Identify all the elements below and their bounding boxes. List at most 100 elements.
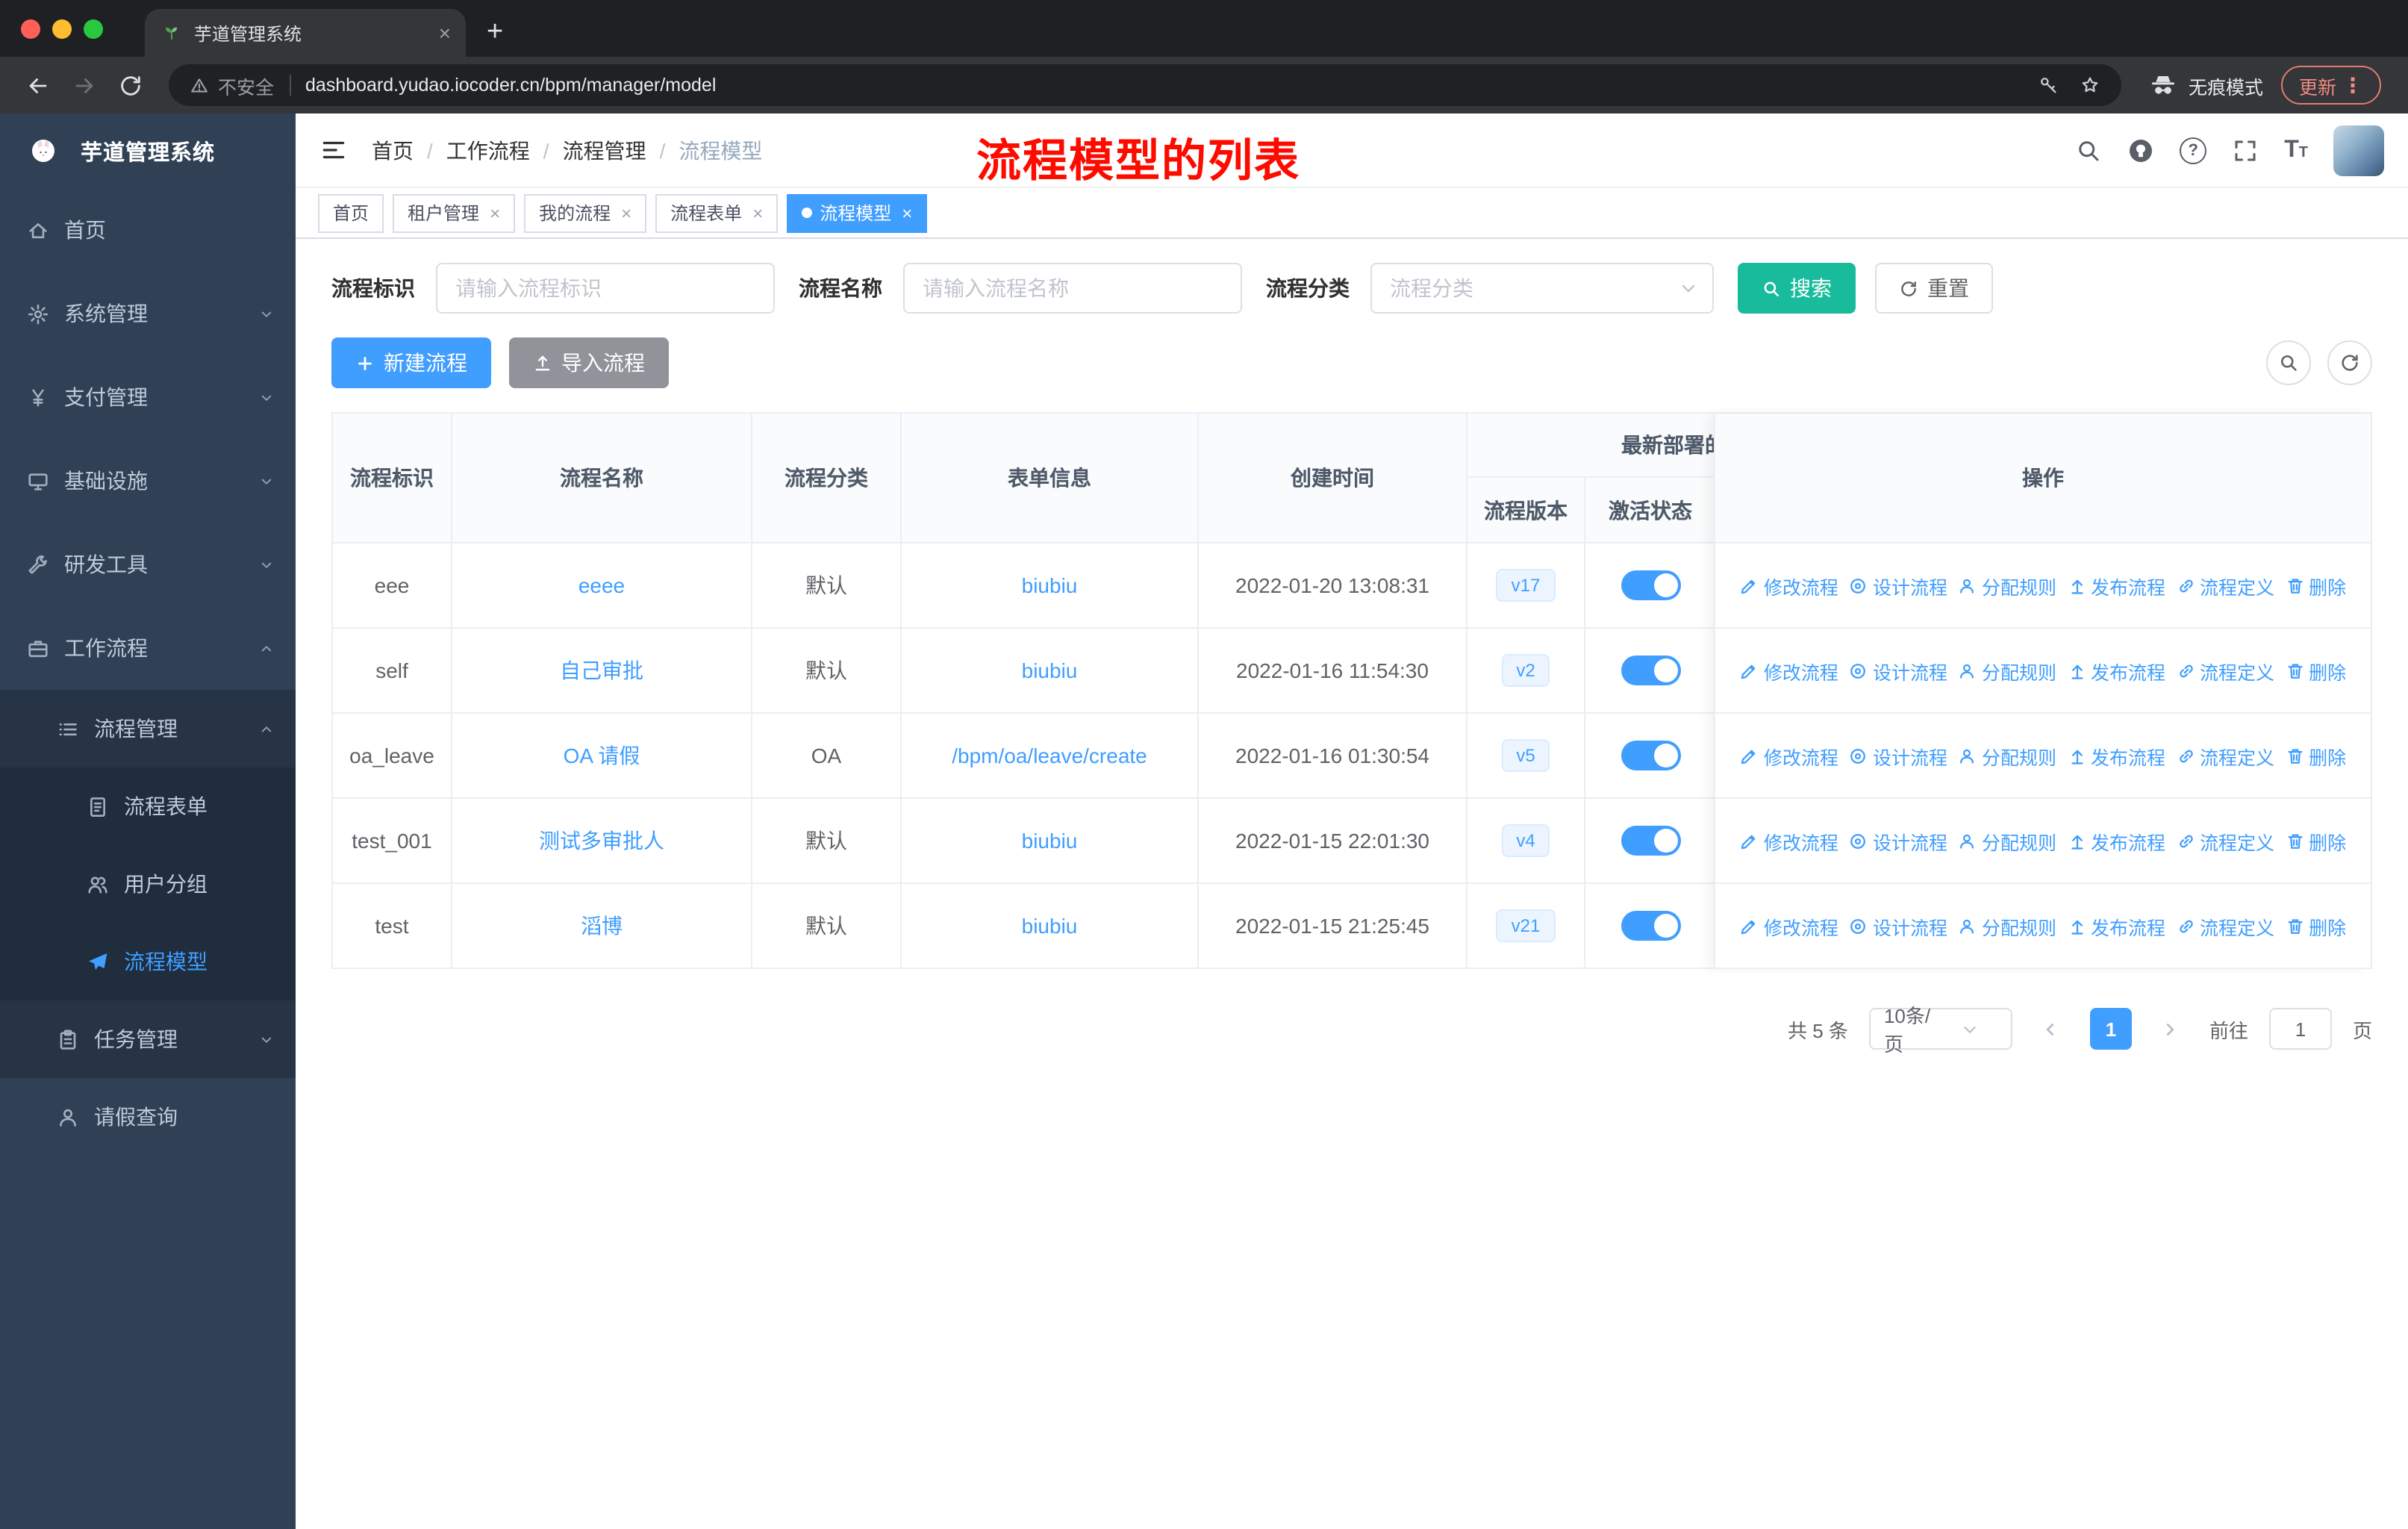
breadcrumb-home[interactable]: 首页 — [372, 135, 414, 165]
search-button[interactable]: 搜索 — [1738, 263, 1856, 314]
user-avatar[interactable] — [2333, 125, 2384, 175]
sidebar-item-process-management[interactable]: 流程管理 — [0, 690, 296, 767]
action-edit-link[interactable]: 修改流程 — [1740, 656, 1838, 685]
process-name-link[interactable]: 自己审批 — [560, 655, 643, 685]
url-text[interactable]: dashboard.yudao.iocoder.cn/bpm/manager/m… — [305, 75, 716, 96]
action-assign-link[interactable]: 分配规则 — [1958, 741, 2056, 770]
reset-button[interactable]: 重置 — [1875, 263, 1993, 314]
process-name-link[interactable]: 滔博 — [581, 911, 623, 941]
breadcrumb-workflow[interactable]: 工作流程 — [446, 135, 530, 165]
github-icon[interactable] — [2127, 137, 2154, 164]
process-name-link[interactable]: OA 请假 — [564, 741, 640, 770]
action-assign-link[interactable]: 分配规则 — [1958, 656, 2056, 685]
next-page-button[interactable] — [2153, 1008, 2189, 1050]
back-icon[interactable] — [25, 72, 51, 98]
hamburger-icon[interactable] — [319, 136, 348, 164]
action-design-link[interactable]: 设计流程 — [1849, 826, 1947, 855]
action-definition-link[interactable]: 流程定义 — [2176, 826, 2274, 855]
action-delete-link[interactable]: 删除 — [2285, 656, 2346, 685]
browser-tab[interactable]: 芋道管理系统 × — [145, 9, 466, 57]
action-assign-link[interactable]: 分配规则 — [1958, 912, 2056, 940]
action-definition-link[interactable]: 流程定义 — [2176, 741, 2274, 770]
close-icon[interactable]: × — [902, 202, 912, 223]
action-design-link[interactable]: 设计流程 — [1849, 656, 1947, 685]
action-delete-link[interactable]: 删除 — [2285, 826, 2346, 855]
action-publish-link[interactable]: 发布流程 — [2067, 826, 2165, 855]
action-design-link[interactable]: 设计流程 — [1849, 571, 1947, 600]
action-edit-link[interactable]: 修改流程 — [1740, 741, 1838, 770]
action-edit-link[interactable]: 修改流程 — [1740, 571, 1838, 600]
close-icon[interactable]: × — [621, 202, 631, 223]
sidebar-logo[interactable]: 芋道管理系统 — [0, 113, 296, 188]
font-size-icon[interactable]: TT — [2284, 137, 2308, 162]
action-edit-link[interactable]: 修改流程 — [1740, 826, 1838, 855]
sidebar-item-process-model[interactable]: 流程模型 — [0, 923, 296, 1000]
form-info-link[interactable]: biubiu — [1022, 658, 1078, 682]
sidebar-item-workflow[interactable]: 工作流程 — [0, 606, 296, 690]
sidebar-item-infrastructure[interactable]: 基础设施 — [0, 439, 296, 523]
tag-home[interactable]: 首页 — [318, 193, 384, 232]
sidebar-item-dev-tools[interactable]: 研发工具 — [0, 523, 296, 606]
toggle-search-button[interactable] — [2266, 340, 2311, 385]
refresh-table-button[interactable] — [2327, 340, 2372, 385]
forward-icon[interactable] — [72, 72, 97, 98]
sidebar-item-process-form[interactable]: 流程表单 — [0, 767, 296, 845]
action-definition-link[interactable]: 流程定义 — [2176, 571, 2274, 600]
process-name-input[interactable] — [903, 263, 1242, 314]
reload-icon[interactable] — [118, 72, 143, 98]
tag-tenant-management[interactable]: 租户管理 × — [393, 193, 516, 232]
tag-process-model[interactable]: 流程模型 × — [787, 193, 928, 232]
form-info-link[interactable]: biubiu — [1022, 829, 1078, 853]
new-tab-button[interactable]: + — [487, 16, 503, 49]
tab-close-icon[interactable]: × — [439, 22, 451, 43]
goto-page-input[interactable] — [2268, 1008, 2332, 1050]
form-info-link[interactable]: biubiu — [1022, 573, 1078, 597]
close-icon[interactable]: × — [490, 202, 500, 223]
breadcrumb-process-management[interactable]: 流程管理 — [563, 135, 646, 165]
process-category-select[interactable]: 流程分类 — [1370, 263, 1714, 314]
action-design-link[interactable]: 设计流程 — [1849, 741, 1947, 770]
tag-my-process[interactable]: 我的流程 × — [524, 193, 647, 232]
process-key-input[interactable] — [436, 263, 775, 314]
active-status-toggle[interactable] — [1621, 655, 1680, 685]
action-edit-link[interactable]: 修改流程 — [1740, 912, 1838, 940]
tag-process-form[interactable]: 流程表单 × — [655, 193, 779, 232]
page-button-1[interactable]: 1 — [2089, 1008, 2132, 1050]
update-button[interactable]: 更新 ⋮ — [2280, 66, 2381, 105]
action-publish-link[interactable]: 发布流程 — [2067, 741, 2165, 770]
action-assign-link[interactable]: 分配规则 — [1958, 826, 2056, 855]
action-assign-link[interactable]: 分配规则 — [1958, 571, 2056, 600]
bookmark-star-icon[interactable] — [2080, 75, 2100, 96]
active-status-toggle[interactable] — [1621, 911, 1680, 941]
prev-page-button[interactable] — [2033, 1008, 2069, 1050]
window-close-button[interactable] — [21, 19, 40, 38]
action-publish-link[interactable]: 发布流程 — [2067, 912, 2165, 940]
action-delete-link[interactable]: 删除 — [2285, 912, 2346, 940]
active-status-toggle[interactable] — [1621, 826, 1680, 856]
fullscreen-icon[interactable] — [2232, 137, 2259, 164]
search-icon[interactable] — [2075, 137, 2102, 164]
process-name-link[interactable]: eeee — [578, 573, 625, 597]
help-icon[interactable]: ? — [2180, 137, 2207, 164]
action-definition-link[interactable]: 流程定义 — [2176, 656, 2274, 685]
action-delete-link[interactable]: 删除 — [2285, 741, 2346, 770]
sidebar-item-leave-query[interactable]: 请假查询 — [0, 1078, 296, 1156]
password-key-icon[interactable] — [2038, 75, 2059, 96]
page-size-select[interactable]: 10条/页 — [1868, 1005, 2012, 1056]
action-definition-link[interactable]: 流程定义 — [2176, 912, 2274, 940]
window-minimize-button[interactable] — [52, 19, 72, 38]
active-status-toggle[interactable] — [1621, 741, 1680, 770]
action-design-link[interactable]: 设计流程 — [1849, 912, 1947, 940]
action-publish-link[interactable]: 发布流程 — [2067, 571, 2165, 600]
form-info-link[interactable]: biubiu — [1022, 914, 1078, 938]
process-name-link[interactable]: 测试多审批人 — [539, 826, 664, 856]
sidebar-item-home[interactable]: 首页 — [0, 188, 296, 272]
close-icon[interactable]: × — [752, 202, 763, 223]
action-delete-link[interactable]: 删除 — [2285, 571, 2346, 600]
sidebar-item-payment-management[interactable]: 支付管理 — [0, 355, 296, 439]
security-label[interactable]: 不安全 — [218, 71, 274, 99]
address-bar[interactable]: 不安全 dashboard.yudao.iocoder.cn/bpm/manag… — [169, 64, 2121, 106]
window-maximize-button[interactable] — [84, 19, 103, 38]
import-process-button[interactable]: 导入流程 — [509, 337, 669, 388]
create-process-button[interactable]: 新建流程 — [331, 337, 491, 388]
